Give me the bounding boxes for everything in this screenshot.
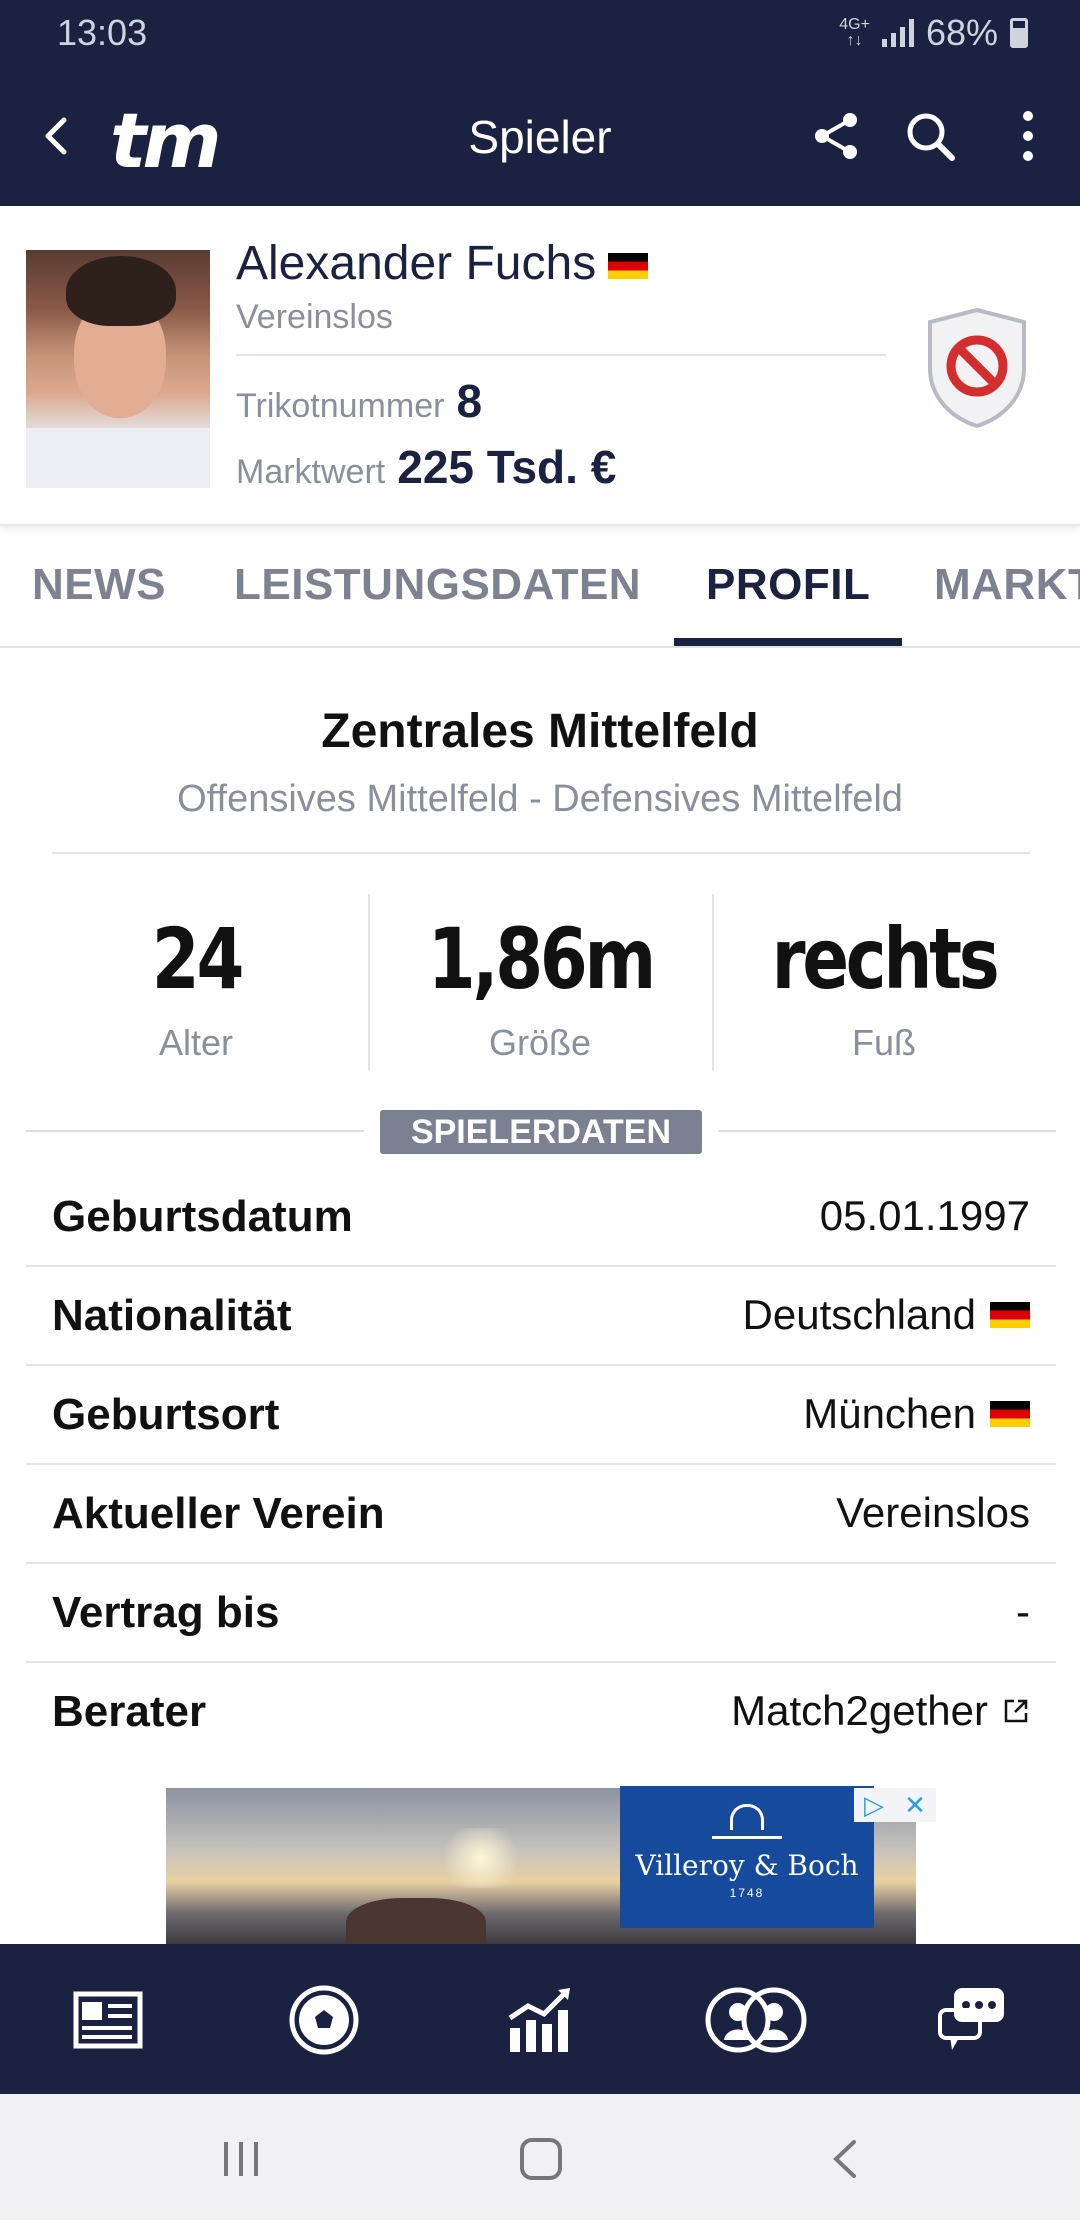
detail-row-current-club: Aktueller Verein Vereinslos — [26, 1465, 1056, 1564]
profile-tabs: NEWS LEISTUNGSDATEN PROFIL MARKT — [0, 528, 1080, 648]
detail-value: München — [803, 1390, 1030, 1438]
stat-foot: rechts Fuß — [712, 910, 1056, 1064]
divider — [52, 852, 1030, 854]
section-badge: SPIELERDATEN — [380, 1110, 702, 1154]
ad-brand-logo[interactable]: Villeroy & Boch 1748 — [620, 1786, 874, 1928]
detail-row-nationality: Nationalität Deutschland — [26, 1267, 1056, 1366]
battery-icon — [1010, 18, 1028, 48]
germany-flag-icon — [990, 1401, 1030, 1427]
external-link-icon — [1004, 1699, 1028, 1723]
divider — [26, 1130, 364, 1132]
tab-leistungsdaten[interactable]: LEISTUNGSDATEN — [234, 560, 641, 610]
detail-value: - — [1016, 1588, 1030, 1635]
shirt-number-label: Trikotnummer — [236, 387, 445, 425]
detail-key: Vertrag bis — [52, 1588, 280, 1637]
tab-markt[interactable]: MARKT — [934, 560, 1080, 610]
stat-label: Größe — [488, 1022, 592, 1063]
agent-link[interactable]: Match2gether — [731, 1687, 1030, 1735]
stat-label: Alter — [158, 1022, 234, 1063]
player-name-row: Alexander Fuchs — [236, 236, 649, 291]
status-indicators: 4G+ ↑↓ 68% — [839, 12, 1028, 54]
chat-icon[interactable] — [936, 1984, 1008, 2056]
stat-height: 1,86m Größe — [368, 910, 712, 1064]
stat-value: 1,86m — [427, 910, 656, 1008]
detail-row-agent: Berater Match2gether — [26, 1663, 1056, 1762]
stat-value: 24 — [151, 910, 244, 1008]
market-value-label: Marktwert — [236, 453, 386, 491]
transfer-icon[interactable] — [704, 1984, 808, 2056]
detail-value: Deutschland — [743, 1291, 1030, 1339]
status-time: 13:03 — [57, 12, 148, 53]
status-bar: 13:03 4G+ ↑↓ 68% — [0, 0, 1080, 68]
app-bar: tm Spieler — [0, 68, 1080, 206]
stat-age: 24 Alter — [24, 910, 368, 1064]
shirt-number: 8 — [456, 375, 483, 427]
detail-row-birthplace: Geburtsort München — [26, 1366, 1056, 1465]
news-icon[interactable] — [72, 1984, 144, 2056]
ad-choices-icon[interactable]: ▷ — [864, 1790, 884, 1821]
system-back-icon[interactable] — [822, 2134, 872, 2184]
system-nav-bar — [0, 2094, 1080, 2220]
main-position: Zentrales Mittelfeld — [321, 705, 759, 758]
detail-value: 05.01.1997 — [819, 1192, 1030, 1239]
more-vert-icon[interactable] — [1000, 108, 1056, 164]
home-icon[interactable] — [516, 2134, 566, 2184]
detail-row-birthdate: Geburtsdatum 05.01.1997 — [26, 1168, 1056, 1267]
player-club[interactable]: Vereinslos — [236, 298, 393, 337]
detail-row-contract: Vertrag bis - — [26, 1564, 1056, 1663]
detail-value[interactable]: Vereinslos — [836, 1489, 1030, 1537]
player-name: Alexander Fuchs — [236, 237, 597, 290]
share-icon[interactable] — [808, 108, 864, 164]
bottom-nav — [0, 1944, 1080, 2094]
germany-flag-icon — [990, 1302, 1030, 1328]
market-value[interactable]: 225 Tsd. € — [397, 441, 616, 493]
no-club-shield-icon — [928, 307, 1026, 429]
shirt-number-row: Trikotnummer 8 — [236, 374, 482, 428]
germany-flag-icon — [608, 253, 649, 280]
tab-news[interactable]: NEWS — [32, 560, 166, 610]
detail-key: Aktueller Verein — [52, 1489, 385, 1538]
player-photo — [26, 250, 210, 488]
chart-icon[interactable] — [504, 1984, 576, 2056]
divider — [718, 1130, 1056, 1132]
ad-controls: ▷ ✕ — [854, 1788, 936, 1822]
battery-percent: 68% — [925, 12, 998, 53]
active-tab-indicator — [674, 638, 902, 646]
market-value-row: Marktwert 225 Tsd. € — [236, 440, 616, 494]
recent-apps-icon[interactable] — [216, 2134, 266, 2184]
divider — [236, 354, 886, 356]
tab-profil[interactable]: PROFIL — [706, 560, 870, 610]
search-icon[interactable] — [902, 108, 958, 164]
player-header: Alexander Fuchs Vereinslos Trikotnummer 8… — [0, 206, 1080, 526]
stat-value: rechts — [771, 910, 1000, 1008]
detail-key: Berater — [52, 1687, 207, 1736]
detail-key: Geburtsort — [52, 1390, 280, 1439]
signal-icon — [881, 19, 914, 47]
stat-label: Fuß — [851, 1022, 916, 1063]
detail-key: Nationalität — [52, 1291, 292, 1340]
ad-close-icon[interactable]: ✕ — [904, 1790, 926, 1821]
network-type-icon: 4G+ ↑↓ — [839, 16, 870, 49]
secondary-positions: Offensives Mittelfeld - Defensives Mitte… — [177, 778, 903, 820]
football-icon[interactable] — [288, 1984, 360, 2056]
detail-key: Geburtsdatum — [52, 1192, 353, 1241]
